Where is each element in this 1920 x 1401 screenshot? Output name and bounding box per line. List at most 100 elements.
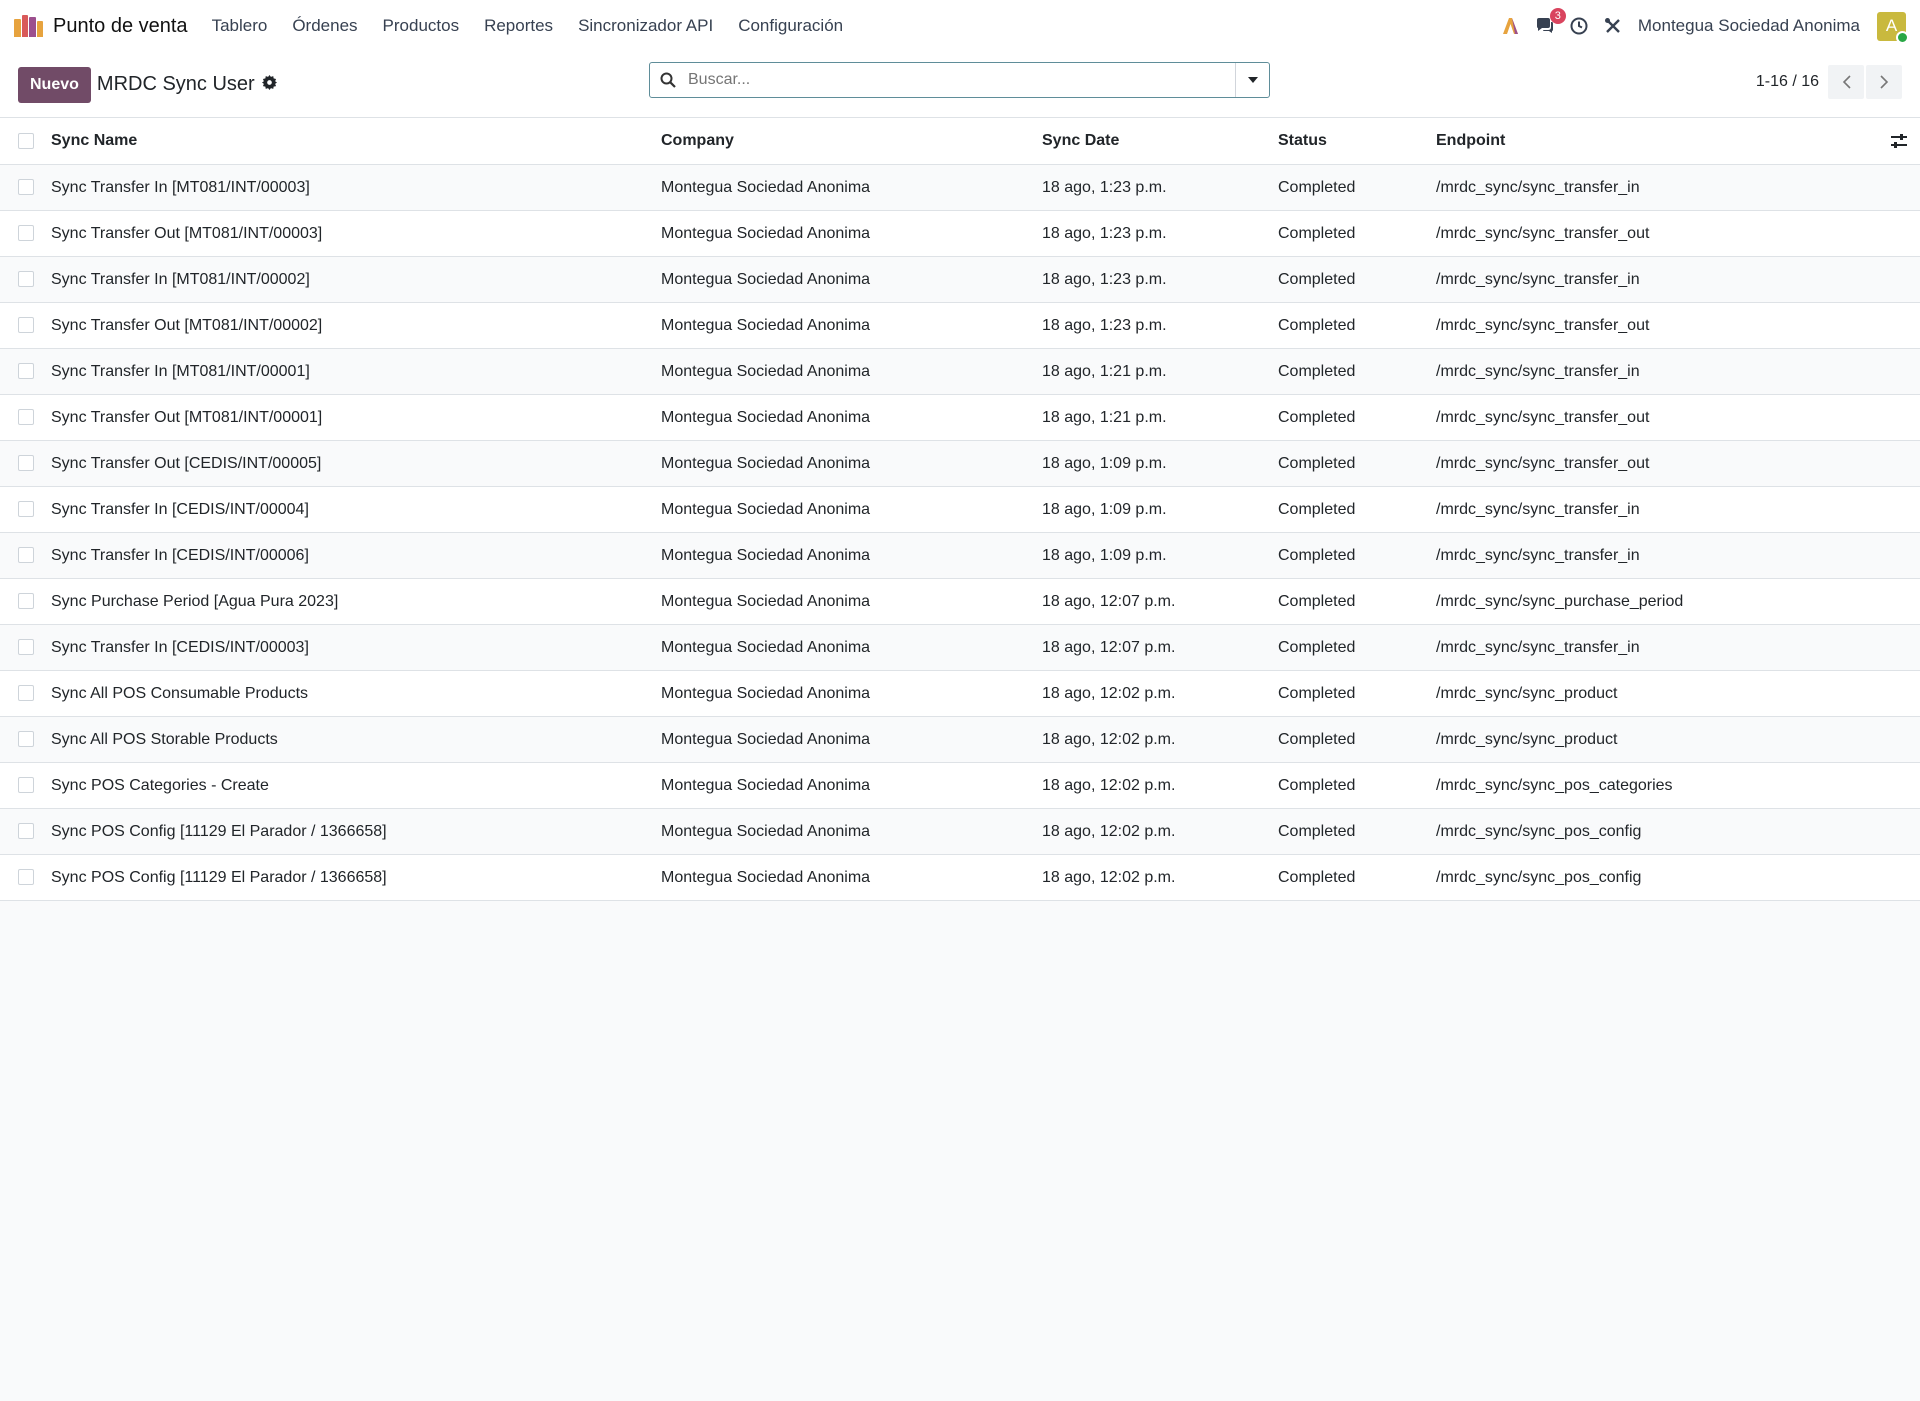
row-checkbox[interactable]: [18, 455, 34, 472]
table-row[interactable]: Sync Transfer In [MT081/INT/00002] Monteg…: [0, 256, 1920, 303]
company-cell[interactable]: Montegua Sociedad Anonima: [661, 210, 1042, 257]
app-name[interactable]: Punto de venta: [53, 15, 188, 38]
table-row[interactable]: Sync All POS Consumable Products Montegua…: [0, 670, 1920, 717]
table-row[interactable]: Sync Transfer Out [MT081/INT/00002] Monte…: [0, 302, 1920, 349]
search-options-toggle[interactable]: [1235, 63, 1269, 97]
endpoint-cell[interactable]: /mrdc_sync/sync_transfer_in: [1436, 164, 1870, 211]
sync-date-cell[interactable]: 18 ago, 1:23 p.m.: [1042, 164, 1278, 211]
sync-name-cell[interactable]: Sync Transfer In [MT081/INT/00001]: [51, 348, 661, 395]
sync-name-cell[interactable]: Sync Transfer Out [MT081/INT/00002]: [51, 302, 661, 349]
table-row[interactable]: Sync POS Config [11129 El Parador / 1366…: [0, 808, 1920, 855]
table-row[interactable]: Sync POS Config [11129 El Parador / 1366…: [0, 854, 1920, 901]
table-row[interactable]: Sync POS Categories - Create Montegua Soc…: [0, 762, 1920, 809]
company-cell[interactable]: Montegua Sociedad Anonima: [661, 762, 1042, 809]
row-checkbox[interactable]: [18, 225, 34, 242]
pager-value[interactable]: 1-16 / 16: [1756, 73, 1819, 91]
table-row[interactable]: Sync Transfer In [MT081/INT/00001] Monteg…: [0, 348, 1920, 395]
sync-name-cell[interactable]: Sync All POS Storable Products: [51, 716, 661, 763]
endpoint-cell[interactable]: /mrdc_sync/sync_transfer_out: [1436, 440, 1870, 487]
sync-name-cell[interactable]: Sync POS Categories - Create: [51, 762, 661, 809]
new-button[interactable]: Nuevo: [18, 66, 91, 103]
company-cell[interactable]: Montegua Sociedad Anonima: [661, 486, 1042, 533]
table-row[interactable]: Sync Transfer Out [MT081/INT/00003] Monte…: [0, 210, 1920, 257]
status-cell[interactable]: Completed: [1278, 854, 1436, 901]
app-logo-icon[interactable]: [14, 15, 44, 37]
company-cell[interactable]: Montegua Sociedad Anonima: [661, 440, 1042, 487]
sync-date-cell[interactable]: 18 ago, 12:02 p.m.: [1042, 808, 1278, 855]
sync-date-cell[interactable]: 18 ago, 12:02 p.m.: [1042, 716, 1278, 763]
status-cell[interactable]: Completed: [1278, 532, 1436, 579]
tools-icon[interactable]: [1602, 15, 1624, 37]
sync-date-cell[interactable]: 18 ago, 12:02 p.m.: [1042, 762, 1278, 809]
menu-item-productos[interactable]: Productos: [383, 16, 460, 36]
table-row[interactable]: Sync Purchase Period [Agua Pura 2023] Mon…: [0, 578, 1920, 625]
endpoint-cell[interactable]: /mrdc_sync/sync_transfer_out: [1436, 302, 1870, 349]
sync-name-cell[interactable]: Sync POS Config [11129 El Parador / 1366…: [51, 854, 661, 901]
sync-name-cell[interactable]: Sync Transfer In [CEDIS/INT/00006]: [51, 532, 661, 579]
sync-name-cell[interactable]: Sync Transfer Out [CEDIS/INT/00005]: [51, 440, 661, 487]
company-cell[interactable]: Montegua Sociedad Anonima: [661, 394, 1042, 441]
sync-name-cell[interactable]: Sync Purchase Period [Agua Pura 2023]: [51, 578, 661, 625]
pager-previous-button[interactable]: [1828, 65, 1864, 99]
status-cell[interactable]: Completed: [1278, 624, 1436, 671]
company-cell[interactable]: Montegua Sociedad Anonima: [661, 808, 1042, 855]
row-checkbox[interactable]: [18, 363, 34, 380]
sync-name-cell[interactable]: Sync All POS Consumable Products: [51, 670, 661, 717]
status-cell[interactable]: Completed: [1278, 762, 1436, 809]
endpoint-cell[interactable]: /mrdc_sync/sync_pos_config: [1436, 808, 1870, 855]
table-row[interactable]: Sync Transfer In [CEDIS/INT/00003] Monteg…: [0, 624, 1920, 671]
sync-date-cell[interactable]: 18 ago, 1:09 p.m.: [1042, 440, 1278, 487]
table-row[interactable]: Sync Transfer In [CEDIS/INT/00004] Monteg…: [0, 486, 1920, 533]
company-cell[interactable]: Montegua Sociedad Anonima: [661, 302, 1042, 349]
table-row[interactable]: Sync Transfer Out [CEDIS/INT/00005] Monte…: [0, 440, 1920, 487]
endpoint-cell[interactable]: /mrdc_sync/sync_transfer_in: [1436, 348, 1870, 395]
status-cell[interactable]: Completed: [1278, 348, 1436, 395]
company-cell[interactable]: Montegua Sociedad Anonima: [661, 348, 1042, 395]
column-header-sync-name[interactable]: Sync Name: [51, 118, 661, 165]
clock-icon[interactable]: [1568, 15, 1590, 37]
status-cell[interactable]: Completed: [1278, 440, 1436, 487]
status-cell[interactable]: Completed: [1278, 670, 1436, 717]
status-cell[interactable]: Completed: [1278, 486, 1436, 533]
company-cell[interactable]: Montegua Sociedad Anonima: [661, 670, 1042, 717]
menu-item-configuracion[interactable]: Configuración: [738, 16, 843, 36]
row-checkbox[interactable]: [18, 409, 34, 426]
status-cell[interactable]: Completed: [1278, 578, 1436, 625]
sync-date-cell[interactable]: 18 ago, 1:23 p.m.: [1042, 210, 1278, 257]
sync-name-cell[interactable]: Sync Transfer In [CEDIS/INT/00003]: [51, 624, 661, 671]
status-cell[interactable]: Completed: [1278, 164, 1436, 211]
status-cell[interactable]: Completed: [1278, 716, 1436, 763]
pager-next-button[interactable]: [1866, 65, 1902, 99]
row-checkbox[interactable]: [18, 593, 34, 610]
table-row[interactable]: Sync All POS Storable Products Montegua S…: [0, 716, 1920, 763]
row-checkbox[interactable]: [18, 639, 34, 656]
sync-name-cell[interactable]: Sync Transfer In [CEDIS/INT/00004]: [51, 486, 661, 533]
status-cell[interactable]: Completed: [1278, 256, 1436, 303]
search-input[interactable]: [686, 70, 1235, 90]
table-row[interactable]: Sync Transfer Out [MT081/INT/00001] Monte…: [0, 394, 1920, 441]
sync-date-cell[interactable]: 18 ago, 1:09 p.m.: [1042, 532, 1278, 579]
company-cell[interactable]: Montegua Sociedad Anonima: [661, 716, 1042, 763]
table-row[interactable]: Sync Transfer In [MT081/INT/00003] Monteg…: [0, 164, 1920, 211]
row-checkbox[interactable]: [18, 317, 34, 334]
sync-date-cell[interactable]: 18 ago, 12:02 p.m.: [1042, 854, 1278, 901]
row-checkbox[interactable]: [18, 823, 34, 840]
sync-date-cell[interactable]: 18 ago, 1:21 p.m.: [1042, 348, 1278, 395]
gear-icon[interactable]: [261, 75, 277, 94]
endpoint-cell[interactable]: /mrdc_sync/sync_pos_config: [1436, 854, 1870, 901]
table-row[interactable]: Sync Transfer In [CEDIS/INT/00006] Monteg…: [0, 532, 1920, 579]
row-checkbox[interactable]: [18, 731, 34, 748]
company-cell[interactable]: Montegua Sociedad Anonima: [661, 164, 1042, 211]
row-checkbox[interactable]: [18, 777, 34, 794]
endpoint-cell[interactable]: /mrdc_sync/sync_transfer_out: [1436, 210, 1870, 257]
sync-date-cell[interactable]: 18 ago, 1:21 p.m.: [1042, 394, 1278, 441]
endpoint-cell[interactable]: /mrdc_sync/sync_transfer_in: [1436, 532, 1870, 579]
status-cell[interactable]: Completed: [1278, 808, 1436, 855]
row-checkbox[interactable]: [18, 685, 34, 702]
sync-name-cell[interactable]: Sync POS Config [11129 El Parador / 1366…: [51, 808, 661, 855]
sync-name-cell[interactable]: Sync Transfer Out [MT081/INT/00003]: [51, 210, 661, 257]
endpoint-cell[interactable]: /mrdc_sync/sync_product: [1436, 716, 1870, 763]
sync-date-cell[interactable]: 18 ago, 1:23 p.m.: [1042, 302, 1278, 349]
row-checkbox[interactable]: [18, 869, 34, 886]
sync-date-cell[interactable]: 18 ago, 12:07 p.m.: [1042, 624, 1278, 671]
